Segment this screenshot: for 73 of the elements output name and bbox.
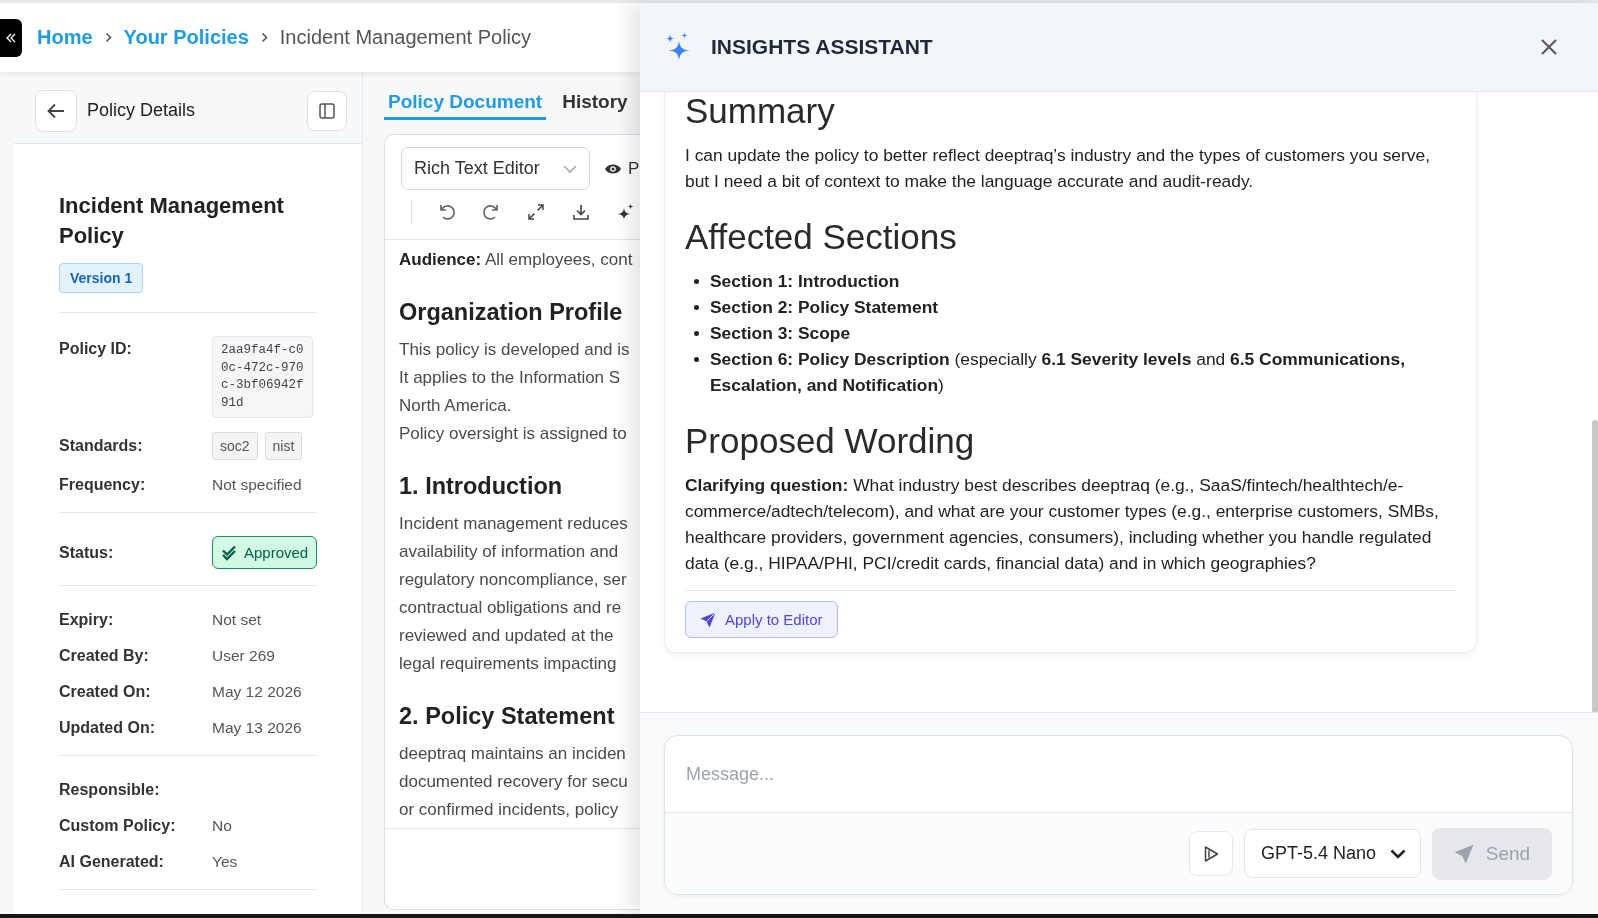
tab[interactable]: History [558,90,632,120]
field-value: Not set [212,610,262,630]
double-chevron-left-icon [6,32,16,43]
panel-title: Policy Details [87,100,196,121]
bullet-icon [694,305,699,310]
message-heading: Summary [685,92,836,130]
preview-button[interactable]: P [604,158,640,179]
field-label: Status: [59,542,115,563]
message-paragraph: Clarifying question: What industry best describes deeptraq (e.g., SaaS/fintech/healthtech/e-commerce/adtech/telecom), and what are your customer types (e.g., enterprise customers, SMBs, healthcare providers, government agencies, consumers), including whether you handle regulated data (e.g., HIPAA/PHI, PCI/credit cards, financial data) and in which geographies? [685,474,1440,575]
field-label: Custom Policy: [59,816,177,836]
document-paragraph: Incident management reduces availability of information and regulatory noncompliance, ser contractual obligations and re reviewed and updated at the legal requirements impacting [399,513,629,675]
list-item: Section 3: Scope [710,322,852,345]
paper-plane-icon [700,611,716,628]
arrow-left-icon [47,102,65,119]
field-label: Frequency: [59,475,147,495]
policy-id-code: 2aa9fa4f-c00c-472c-970c-3bf06942f91d [212,336,313,418]
chevron-right-icon [260,32,268,43]
field-value: May 13 2026 [212,718,302,738]
chevron-down-icon [1390,848,1406,859]
document-heading: 1. Introduction [399,472,564,501]
message-heading: Proposed Wording [685,422,976,460]
document-paragraph: This policy is developed and is It applies to the Information S North America. Policy oversight is assigned to [399,339,631,445]
breadcrumb-current: Incident Management Policy [279,26,532,49]
bullet-icon [694,357,699,362]
field-label: Created By: [59,646,150,666]
download-icon [571,203,590,221]
list-item: Section 6: Policy Description (especially 6.1 Severity levels and 6.5 Communications, Escalation, and Notification) [710,348,1406,397]
paper-plane-icon [1453,843,1474,864]
field-value: Not specified [212,475,302,495]
close-icon [1540,38,1558,56]
field-label: Created On: [59,682,152,702]
list-item: Section 2: Policy Statement [710,296,940,319]
sidebar-panel-icon [319,102,335,119]
field-label: AI Generated: [59,852,165,872]
field-label: Expiry: [59,610,115,630]
version-badge: Version 1 [59,263,144,293]
field-value: May 12 2026 [212,682,302,702]
status-badge: Approved [212,536,318,569]
bullet-icon [694,279,699,284]
document-heading: 2. Policy Statement [399,702,616,731]
list-item: Section 1: Introduction [710,270,901,293]
field-label: Policy ID: [59,339,133,359]
document-paragraph: Audience: All employees, cont [399,249,634,271]
collapse-sidebar-button[interactable] [0,18,22,57]
standard-tag: soc2 [212,432,258,460]
apply-to-editor-button[interactable]: Apply to Editor [685,601,838,638]
document-heading: Organization Profile [399,298,624,327]
message-paragraph: I can update the policy to better reflect deeptraq’s industry and the types of customers you serve, but I need a bit of context to make the language accurate and audit-ready. [685,144,1431,193]
field-label: Standards: [59,436,144,456]
double-check-icon [221,544,237,561]
expand-icon [527,203,545,221]
field-value: User 269 [212,646,275,666]
chevron-right-icon [104,32,112,43]
field-value: No [212,816,232,836]
assistant-title: INSIGHTS ASSISTANT [711,35,933,59]
run-button[interactable] [1188,831,1233,876]
field-value: Yes [212,852,238,872]
sidebar-toggle-button[interactable] [307,90,347,131]
scrollbar-thumb[interactable] [1592,420,1598,712]
document-paragraph: deeptraq maintains an inciden documented recovery for secu or confirmed incidents, policy [399,743,629,821]
back-button[interactable] [35,89,77,132]
editor-mode-select[interactable]: Rich Text Editor [401,147,590,190]
message-heading: Affected Sections [685,218,958,256]
field-label: Responsible: [59,780,161,800]
field-label: Updated On: [59,718,156,738]
undo-icon [437,203,456,221]
bullet-icon [694,331,699,336]
model-select[interactable]: GPT-5.4 Nano [1243,829,1421,878]
standard-tag: nist [264,432,303,460]
policy-title: Incident Management Policy [59,192,285,250]
redo-icon [482,203,501,221]
chevron-down-icon [563,164,577,173]
eye-icon [604,162,622,175]
